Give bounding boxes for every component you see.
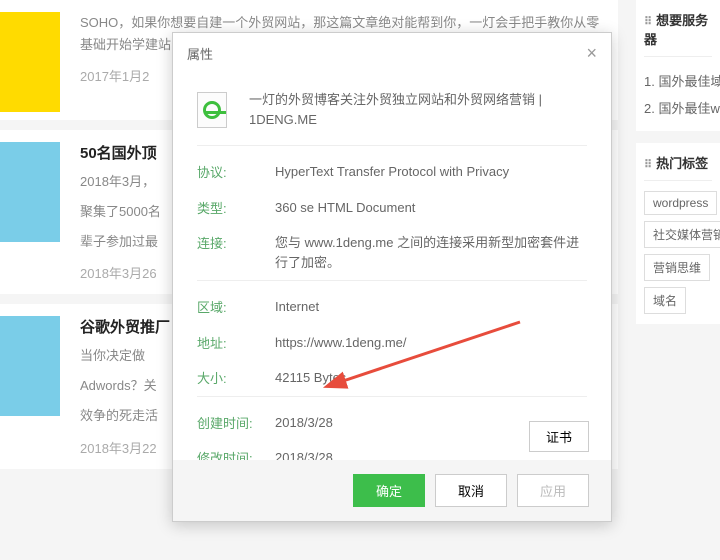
properties-dialog: 属性 × 一灯的外贸博客关注外贸独立网站和外贸网络营销 | 1DENG.ME 协… <box>172 32 612 522</box>
protocol-label: 协议: <box>197 162 275 182</box>
zone-label: 区域: <box>197 297 275 317</box>
size-value: 42115 Bytes <box>275 368 587 388</box>
service-item[interactable]: 1. 国外最佳域名 <box>644 67 712 94</box>
widget-title: 想要服务器 <box>644 10 712 57</box>
service-item[interactable]: 2. 国外最佳wor <box>644 94 712 121</box>
created-label: 创建时间: <box>197 413 275 433</box>
url-label: 地址: <box>197 333 275 353</box>
zone-value: Internet <box>275 297 587 317</box>
article-thumb <box>0 12 60 112</box>
tag-item[interactable]: 域名 <box>644 287 686 314</box>
tag-item[interactable]: wordpress <box>644 191 717 215</box>
article-thumb <box>0 316 60 416</box>
ok-button[interactable]: 确定 <box>353 474 425 507</box>
widget-services: 想要服务器 1. 国外最佳域名 2. 国外最佳wor <box>636 0 720 131</box>
article-thumb <box>0 142 60 242</box>
apply-button: 应用 <box>517 474 589 507</box>
dialog-title: 属性 <box>187 44 213 63</box>
type-label: 类型: <box>197 198 275 218</box>
protocol-value: HyperText Transfer Protocol with Privacy <box>275 162 587 182</box>
type-value: 360 se HTML Document <box>275 198 587 218</box>
tag-item[interactable]: 社交媒体营销 <box>644 221 720 248</box>
site-title: 一灯的外贸博客关注外贸独立网站和外贸网络营销 | 1DENG.ME <box>249 90 587 129</box>
connection-value: 您与 www.1deng.me 之间的连接采用新型加密套件进行了加密。 <box>275 233 587 272</box>
cancel-button[interactable]: 取消 <box>435 474 507 507</box>
certificate-button[interactable]: 证书 <box>529 421 589 452</box>
browser-icon <box>197 92 227 128</box>
connection-label: 连接: <box>197 233 275 272</box>
widget-tags: 热门标签 wordpress 社交媒体营销 营销思维 域名 <box>636 143 720 324</box>
tag-item[interactable]: 营销思维 <box>644 254 710 281</box>
widget-title: 热门标签 <box>644 153 712 181</box>
url-value: https://www.1deng.me/ <box>275 333 587 353</box>
size-label: 大小: <box>197 368 275 388</box>
close-icon[interactable]: × <box>586 43 597 64</box>
